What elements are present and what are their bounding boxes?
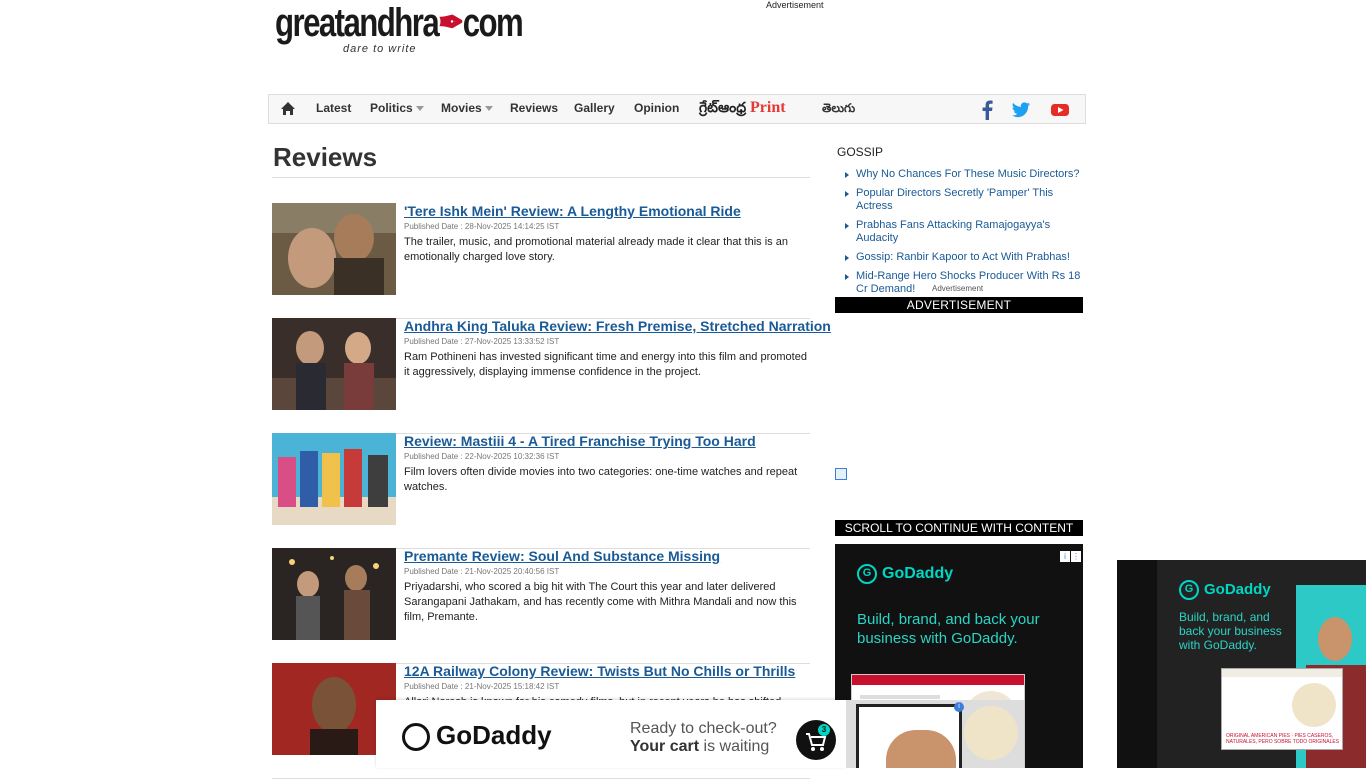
twitter-icon[interactable] <box>1011 100 1031 120</box>
review-item: Review: Mastiii 4 - A Tired Franchise Tr… <box>272 433 810 549</box>
godaddy-mark-icon: G <box>1179 580 1199 600</box>
gossip-heading: GOSSIP <box>837 145 884 159</box>
scroll-to-continue-banner: SCROLL TO CONTINUE WITH CONTENT <box>835 520 1083 536</box>
godaddy-logo: G GoDaddy <box>1179 580 1271 600</box>
nav-telugu[interactable]: తెలుగు <box>822 101 855 118</box>
logo-wordmark: greatandhra✒com <box>275 1 524 45</box>
banner-line-2: Your cart is waiting <box>630 738 770 755</box>
review-item: Premante Review: Soul And Substance Miss… <box>272 548 810 664</box>
review-excerpt: Priyadarshi, who scored a big hit with T… <box>404 581 797 623</box>
nav-latest[interactable]: Latest <box>316 101 351 115</box>
review-excerpt: Ram Pothineni has invested significant t… <box>404 351 807 378</box>
review-excerpt: The trailer, music, and promotional mate… <box>404 236 788 263</box>
nav-reviews[interactable]: Reviews <box>510 101 558 115</box>
gossip-list: Why No Chances For These Music Directors… <box>845 168 1090 302</box>
nav-movies[interactable]: Movies <box>441 101 493 115</box>
nav-gallery[interactable]: Gallery <box>574 101 615 115</box>
review-item: Andhra King Taluka Review: Fresh Premise… <box>272 318 831 434</box>
review-title-link[interactable]: Review: Mastiii 4 - A Tired Franchise Tr… <box>404 433 756 449</box>
gossip-link[interactable]: Popular Directors Secretly 'Pamper' This… <box>845 187 1090 213</box>
review-date: Published Date : 22-Nov-2025 10:32:36 IS… <box>404 452 560 461</box>
main-nav: Latest Politics Movies Reviews Gallery O… <box>268 94 1086 124</box>
cart-icon[interactable]: 3 <box>796 720 836 760</box>
nav-print-logo[interactable]: గ్రేట్ఆంధ్ర Print <box>699 99 786 119</box>
chevron-down-icon <box>484 106 493 112</box>
shop-mockup-text: ORIGINAL AMERICAN PIES · PIES CASEROS, N… <box>1226 733 1340 745</box>
ad-choices-icon[interactable] <box>835 468 847 480</box>
review-date: Published Date : 21-Nov-2025 15:18:42 IS… <box>404 682 560 691</box>
gossip-link[interactable]: Why No Chances For These Music Directors… <box>845 168 1090 181</box>
shopping-cart-icon <box>806 733 827 751</box>
godaddy-mark-icon: G <box>857 564 877 584</box>
top-advertisement-label: Advertisement <box>766 0 824 10</box>
review-excerpt: Film lovers often divide movies into two… <box>404 466 798 493</box>
info-icon[interactable]: i <box>1060 551 1070 562</box>
review-title-link[interactable]: Andhra King Taluka Review: Fresh Premise… <box>404 318 831 334</box>
godaddy-floating-ad[interactable]: G GoDaddy Build, brand, and back your bus… <box>1117 560 1366 768</box>
more-icon[interactable]: ⋮ <box>1071 551 1081 562</box>
ad-headline: Build, brand, and back your business wit… <box>1179 610 1282 652</box>
review-title-link[interactable]: Premante Review: Soul And Substance Miss… <box>404 548 720 564</box>
home-icon[interactable] <box>280 101 296 117</box>
title-divider <box>272 177 810 178</box>
godaddy-bottom-banner[interactable]: GoDaddy Ready to check-out? Your cart is… <box>376 700 846 768</box>
review-date: Published Date : 28-Nov-2025 14:14:25 IS… <box>404 222 560 231</box>
facebook-icon[interactable] <box>978 100 998 120</box>
page-title: Reviews <box>273 142 378 172</box>
banner-line-1: Ready to check-out? <box>630 720 777 737</box>
review-thumbnail[interactable] <box>272 203 396 295</box>
nav-opinion[interactable]: Opinion <box>634 101 679 115</box>
review-date: Published Date : 21-Nov-2025 20:40:56 IS… <box>404 567 560 576</box>
review-thumbnail[interactable] <box>272 318 396 410</box>
ad-headline: Build, brand, and back your business wit… <box>857 611 1040 647</box>
review-thumbnail[interactable] <box>272 433 396 525</box>
nav-politics[interactable]: Politics <box>370 101 424 115</box>
sidebar-ad-label: Advertisement <box>932 284 984 293</box>
laptop-ad-image[interactable]: i <box>846 700 1024 768</box>
godaddy-logo: GoDaddy <box>402 720 552 752</box>
gossip-link[interactable]: Gossip: Ranbir Kapoor to Act With Prabha… <box>845 251 1090 264</box>
review-thumbnail[interactable] <box>272 548 396 640</box>
review-date: Published Date : 27-Nov-2025 13:33:52 IS… <box>404 337 560 346</box>
review-item: 'Tere Ishk Mein' Review: A Lengthy Emoti… <box>272 203 810 319</box>
review-title-link[interactable]: 12A Railway Colony Review: Twists But No… <box>404 663 795 679</box>
review-title-link[interactable]: 'Tere Ishk Mein' Review: A Lengthy Emoti… <box>404 203 741 219</box>
chevron-down-icon <box>415 106 424 112</box>
info-icon[interactable]: i <box>954 702 964 712</box>
site-logo[interactable]: greatandhra✒com dare to write <box>275 2 535 62</box>
cart-count-badge: 3 <box>818 724 830 736</box>
youtube-icon[interactable] <box>1050 100 1070 120</box>
gossip-link[interactable]: Prabhas Fans Attacking Ramajogayya's Aud… <box>845 219 1090 245</box>
ad-info-icons[interactable]: i ⋮ <box>1059 546 1081 562</box>
banner-text: Ready to check-out? Your cart is waiting <box>630 720 777 756</box>
shop-mockup-image: ORIGINAL AMERICAN PIES · PIES CASEROS, N… <box>1221 668 1343 750</box>
godaddy-mark-icon <box>402 723 430 752</box>
godaddy-logo: G GoDaddy <box>857 564 953 584</box>
logo-tagline: dare to write <box>343 43 417 55</box>
advertisement-banner: ADVERTISEMENT <box>835 297 1083 313</box>
